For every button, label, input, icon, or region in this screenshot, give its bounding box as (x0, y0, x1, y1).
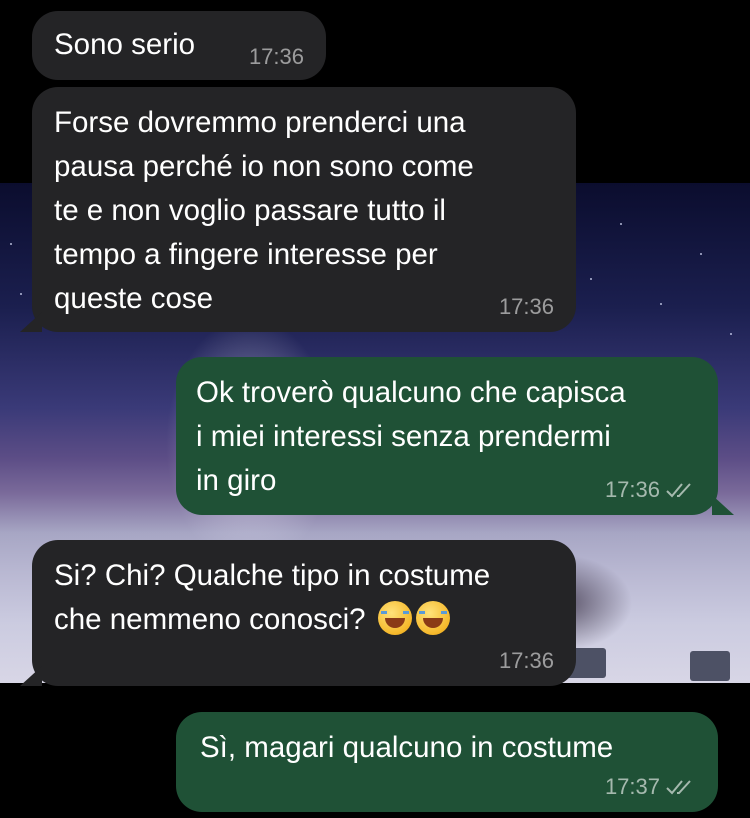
message-time: 17:36 (499, 650, 554, 672)
double-check-icon (666, 481, 696, 499)
message-time: 17:36 (605, 479, 696, 501)
message-time: 17:37 (605, 776, 696, 798)
message-time-label: 17:36 (248, 44, 304, 69)
message-bubble-incoming[interactable]: Forse dovremmo prenderci una pausa perch… (32, 87, 576, 332)
message-bubble-incoming[interactable]: Si? Chi? Qualche tipo in costume che nem… (32, 540, 576, 686)
message-text: Forse dovremmo prenderci una pausa perch… (54, 106, 474, 315)
double-check-icon (666, 778, 696, 796)
message-bubble-outgoing[interactable]: Sì, magari qualcuno in costume 17:37 (176, 712, 718, 812)
message-time-label: 17:37 (604, 774, 660, 799)
message-text: Si? Chi? Qualche tipo in costume che nem… (54, 554, 576, 642)
face-with-tears-of-joy-icon (415, 601, 450, 635)
message-bubble-outgoing[interactable]: Ok troverò qualcuno che capisca i miei i… (176, 357, 718, 515)
message-time-label: 17:36 (498, 648, 554, 673)
message-time-label: 17:36 (604, 477, 660, 502)
message-time: 17:36 (499, 296, 554, 318)
message-text: Sì, magari qualcuno in costume (200, 731, 614, 764)
face-with-tears-of-joy-icon (377, 601, 412, 635)
message-time-label: 17:36 (498, 294, 554, 319)
message-bubble-incoming[interactable]: Sono serio 17:36 (32, 11, 326, 80)
message-time: 17:36 (249, 46, 304, 68)
